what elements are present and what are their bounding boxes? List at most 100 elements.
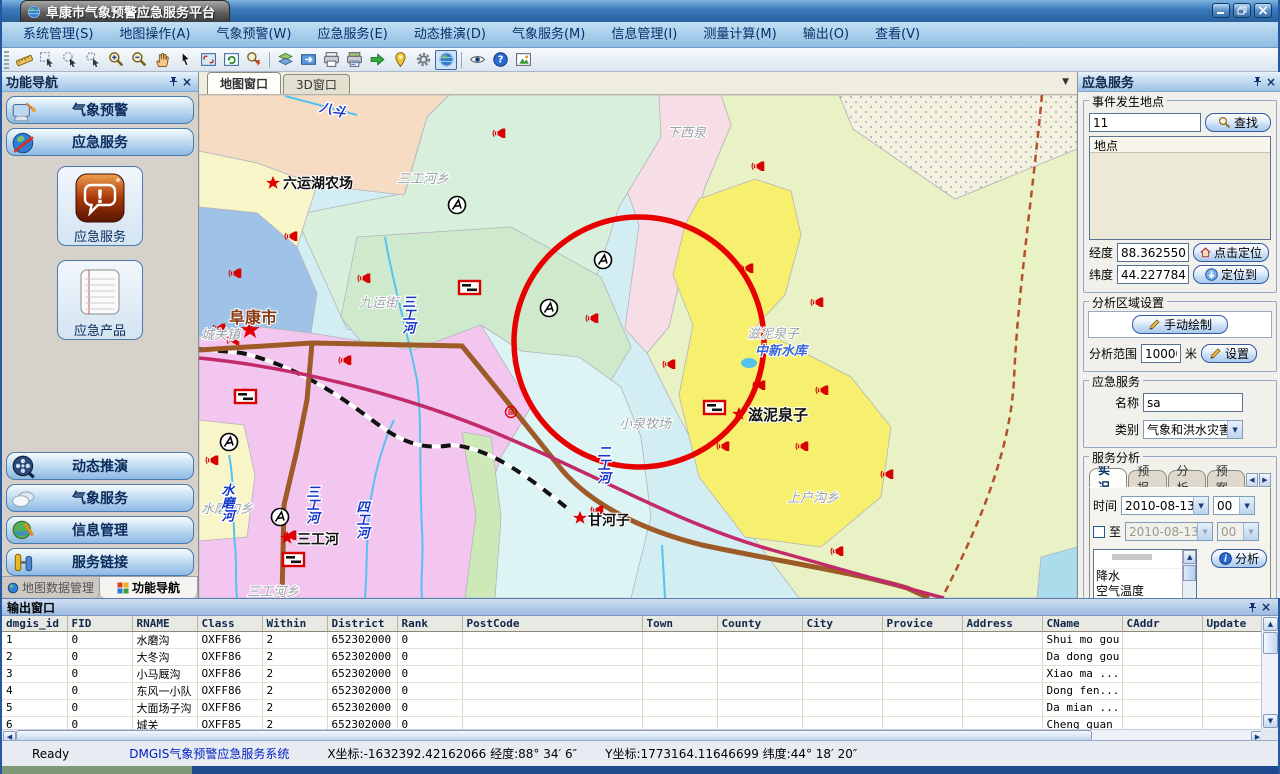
- full-extent-icon[interactable]: [197, 50, 219, 70]
- locate-to-button[interactable]: 定位到: [1193, 265, 1269, 284]
- service-name-input[interactable]: [1143, 393, 1243, 412]
- place-list[interactable]: 地点: [1089, 136, 1271, 240]
- zoom-out-icon[interactable]: [128, 50, 150, 70]
- close-button[interactable]: [1254, 3, 1272, 18]
- menu-dynamic-deduction[interactable]: 动态推演(D): [401, 22, 499, 47]
- service-type-select[interactable]: 气象和洪水灾害 ▼: [1143, 420, 1243, 439]
- hour2-select[interactable]: 00 ▼: [1217, 522, 1259, 541]
- chevron-down-icon[interactable]: ▼: [1243, 523, 1258, 540]
- menu-emergency-service[interactable]: 应急服务(E): [304, 22, 400, 47]
- scroll-right-icon[interactable]: ▶: [1259, 473, 1271, 487]
- visibility-eye-icon[interactable]: [466, 50, 488, 70]
- minimize-button[interactable]: [1212, 3, 1230, 18]
- to-date-checkbox[interactable]: [1093, 526, 1105, 538]
- location-search-input[interactable]: [1089, 113, 1201, 132]
- map-canvas[interactable]: 八斗 六运湖农场 三工河乡 下西泉 九运街 阜康市 城关镇 水磨沟乡 三工河 三…: [199, 95, 1077, 598]
- settings-gear-icon[interactable]: [412, 50, 434, 70]
- menu-map-ops[interactable]: 地图操作(A): [106, 22, 203, 47]
- station-icon[interactable]: [272, 509, 289, 526]
- flag-icon[interactable]: [283, 553, 304, 566]
- emergency-service-shortcut[interactable]: ! 应急服务: [57, 166, 143, 246]
- hour-select[interactable]: 00 ▼: [1213, 496, 1255, 515]
- go-arrow-icon[interactable]: [366, 50, 388, 70]
- close-icon[interactable]: ×: [180, 75, 194, 89]
- menu-weather-service[interactable]: 气象服务(M): [499, 22, 598, 47]
- select-rect-icon[interactable]: [36, 50, 58, 70]
- identify-icon[interactable]: [243, 50, 265, 70]
- station-icon[interactable]: [449, 197, 466, 214]
- column-header[interactable]: dmgis_id: [2, 616, 67, 631]
- export-map-icon[interactable]: [297, 50, 319, 70]
- emergency-product-shortcut[interactable]: 应急产品: [57, 260, 143, 340]
- menu-info-mgmt[interactable]: 信息管理(I): [598, 22, 690, 47]
- refresh-icon[interactable]: [220, 50, 242, 70]
- column-header[interactable]: Address: [962, 616, 1042, 631]
- table-row[interactable]: 30小马厩沟OXFF8626523020000Xiao ma ...: [2, 665, 1265, 682]
- tab-map-window[interactable]: 地图窗口: [207, 72, 281, 94]
- chevron-down-icon[interactable]: ▼: [1197, 523, 1212, 540]
- nav-group-weather-warning[interactable]: 气象预警: [6, 96, 194, 124]
- list-item[interactable]: 空气温度: [1094, 584, 1196, 598]
- menu-output[interactable]: 输出(O): [790, 22, 862, 47]
- close-icon[interactable]: ×: [1264, 75, 1278, 89]
- flag-icon[interactable]: [704, 401, 725, 414]
- column-header[interactable]: Update: [1202, 616, 1265, 631]
- menu-view[interactable]: 查看(V): [862, 22, 933, 47]
- select-polygon-icon[interactable]: [82, 50, 104, 70]
- output-table[interactable]: dmgis_idFIDRNAMEClassWithinDistrictRankP…: [2, 616, 1265, 729]
- column-header[interactable]: CAddr: [1122, 616, 1202, 631]
- print-preview-icon[interactable]: [343, 50, 365, 70]
- element-listbox[interactable]: 降水 空气温度 ▲: [1093, 549, 1197, 598]
- table-row[interactable]: 60城关OXFF8526523020000Cheng guan: [2, 716, 1265, 729]
- tab-3d-window[interactable]: 3D窗口: [283, 74, 350, 94]
- pin-icon[interactable]: [1250, 75, 1264, 89]
- table-row[interactable]: 40东风一小队OXFF8626523020000Dong fen...: [2, 682, 1265, 699]
- search-button[interactable]: 查找: [1205, 113, 1271, 132]
- pin-icon[interactable]: [1245, 600, 1259, 614]
- column-header[interactable]: FID: [67, 616, 132, 631]
- range-input[interactable]: [1141, 344, 1181, 363]
- column-header[interactable]: RNAME: [132, 616, 197, 631]
- export-image-icon[interactable]: [512, 50, 534, 70]
- column-header[interactable]: Within: [262, 616, 327, 631]
- table-row[interactable]: 20大冬沟OXFF8626523020000Da dong gou: [2, 648, 1265, 665]
- nav-group-info-mgmt[interactable]: 信息管理: [6, 516, 194, 544]
- toolbar-grip[interactable]: [4, 51, 9, 69]
- scroll-up-icon[interactable]: ▲: [1183, 550, 1196, 564]
- nav-group-dynamic-deduction[interactable]: 动态推演: [6, 452, 194, 480]
- station-icon[interactable]: [595, 252, 612, 269]
- column-header[interactable]: District: [327, 616, 397, 631]
- restore-button[interactable]: [1233, 3, 1251, 18]
- chevron-down-icon[interactable]: ▼: [1239, 497, 1254, 514]
- table-row[interactable]: 10水磨沟OXFF8626523020000Shui mo gou: [2, 631, 1265, 648]
- station-icon[interactable]: [541, 300, 558, 317]
- menu-measure[interactable]: 测量计算(M): [690, 22, 789, 47]
- menu-system[interactable]: 系统管理(S): [10, 22, 106, 47]
- column-header[interactable]: City: [802, 616, 882, 631]
- measure-icon[interactable]: [13, 50, 35, 70]
- tab-plan[interactable]: 预案: [1207, 470, 1245, 487]
- layers-icon[interactable]: [274, 50, 296, 70]
- nav-group-emergency-service[interactable]: 应急服务: [6, 128, 194, 156]
- date2-select[interactable]: 2010-08-13 ▼: [1125, 522, 1213, 541]
- listbox-scrollbar[interactable]: ▲: [1182, 550, 1196, 598]
- pin-icon[interactable]: [166, 75, 180, 89]
- click-locate-button[interactable]: 点击定位: [1193, 243, 1269, 262]
- column-header[interactable]: CName: [1042, 616, 1122, 631]
- flag-icon[interactable]: [459, 281, 480, 294]
- flag-icon[interactable]: [235, 390, 256, 403]
- nav-group-service-link[interactable]: 服务链接: [6, 548, 194, 576]
- column-header[interactable]: County: [717, 616, 802, 631]
- chevron-down-icon[interactable]: ▼: [1227, 421, 1242, 438]
- scrollbar-thumb[interactable]: [1263, 632, 1278, 654]
- help-icon[interactable]: ?: [489, 50, 511, 70]
- column-header[interactable]: Class: [197, 616, 262, 631]
- placemark-icon[interactable]: [389, 50, 411, 70]
- chevron-down-icon[interactable]: ▼: [1193, 497, 1208, 514]
- column-header[interactable]: Town: [642, 616, 717, 631]
- lat-input[interactable]: [1117, 265, 1189, 284]
- tab-map-data-mgmt[interactable]: 地图数据管理: [2, 577, 100, 598]
- scroll-left-icon[interactable]: ◀: [1246, 473, 1258, 487]
- date-select[interactable]: 2010-08-13 ▼: [1121, 496, 1209, 515]
- table-row[interactable]: 50大面场子沟OXFF8626523020000Da mian ...: [2, 699, 1265, 716]
